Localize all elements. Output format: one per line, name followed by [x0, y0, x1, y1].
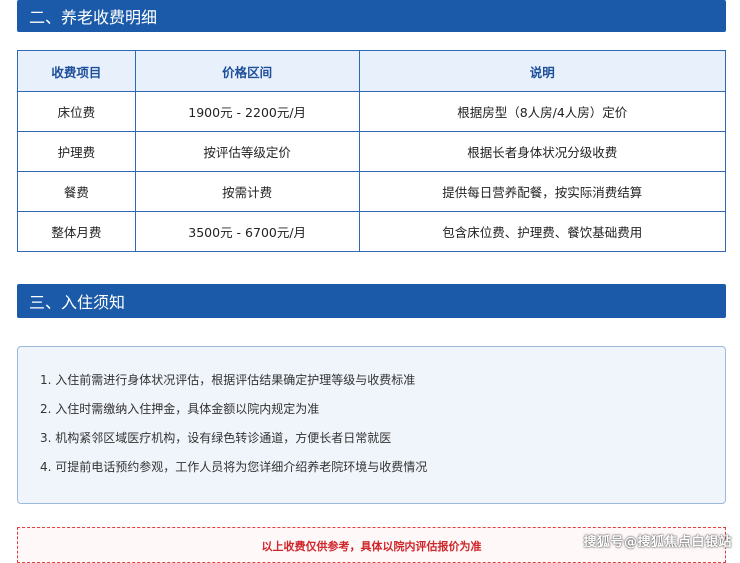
cell-note: 提供每日营养配餐，按实际消费结算 — [358, 171, 727, 212]
table-row: 餐费 按需计费 提供每日营养配餐，按实际消费结算 — [17, 171, 727, 212]
table-row: 整体月费 3500元 - 6700元/月 包含床位费、护理费、餐饮基础费用 — [17, 211, 727, 252]
column-header-note: 说明 — [358, 50, 727, 92]
column-header-item: 收费项目 — [17, 50, 136, 92]
fees-section-header: 二、养老收费明细 — [17, 0, 726, 32]
cell-price: 1900元 - 2200元/月 — [134, 91, 360, 132]
notice-section-title: 三、入住须知 — [29, 293, 126, 312]
fees-section-title: 二、养老收费明细 — [29, 8, 158, 27]
cell-item: 餐费 — [17, 171, 136, 212]
cell-price: 按需计费 — [134, 171, 360, 212]
disclaimer-text: 以上收费仅供参考，具体以院内评估报价为准 — [261, 540, 482, 553]
list-item: 4. 可提前电话预约参观，工作人员将为您详细介绍养老院环境与收费情况 — [40, 460, 428, 474]
table-row: 护理费 按评估等级定价 根据长者身体状况分级收费 — [17, 131, 727, 172]
cell-price: 按评估等级定价 — [134, 131, 360, 172]
cell-item: 床位费 — [17, 91, 136, 132]
column-header-price: 价格区间 — [134, 50, 360, 92]
list-item: 3. 机构紧邻区域医疗机构，设有绿色转诊通道，方便长者日常就医 — [40, 431, 392, 445]
fees-table: 收费项目 价格区间 说明 床位费 1900元 - 2200元/月 根据房型（8人… — [17, 50, 727, 252]
notice-section-header: 三、入住须知 — [17, 284, 726, 318]
watermark: 搜狐号@搜狐焦点白银站 — [583, 535, 732, 550]
list-item: 2. 入住时需缴纳入住押金，具体金额以院内规定为准 — [40, 402, 320, 416]
notice-list: 1. 入住前需进行身体状况评估，根据评估结果确定护理等级与收费标准 2. 入住时… — [40, 373, 725, 489]
table-row: 床位费 1900元 - 2200元/月 根据房型（8人房/4人房）定价 — [17, 91, 727, 132]
cell-item: 整体月费 — [17, 211, 136, 252]
table-header-row: 收费项目 价格区间 说明 — [17, 50, 727, 92]
cell-note: 包含床位费、护理费、餐饮基础费用 — [358, 211, 727, 252]
cell-note: 根据房型（8人房/4人房）定价 — [358, 91, 727, 132]
cell-note: 根据长者身体状况分级收费 — [358, 131, 727, 172]
cell-item: 护理费 — [17, 131, 136, 172]
notice-box: 1. 入住前需进行身体状况评估，根据评估结果确定护理等级与收费标准 2. 入住时… — [17, 346, 726, 504]
list-item: 1. 入住前需进行身体状况评估，根据评估结果确定护理等级与收费标准 — [40, 373, 416, 387]
cell-price: 3500元 - 6700元/月 — [134, 211, 360, 252]
